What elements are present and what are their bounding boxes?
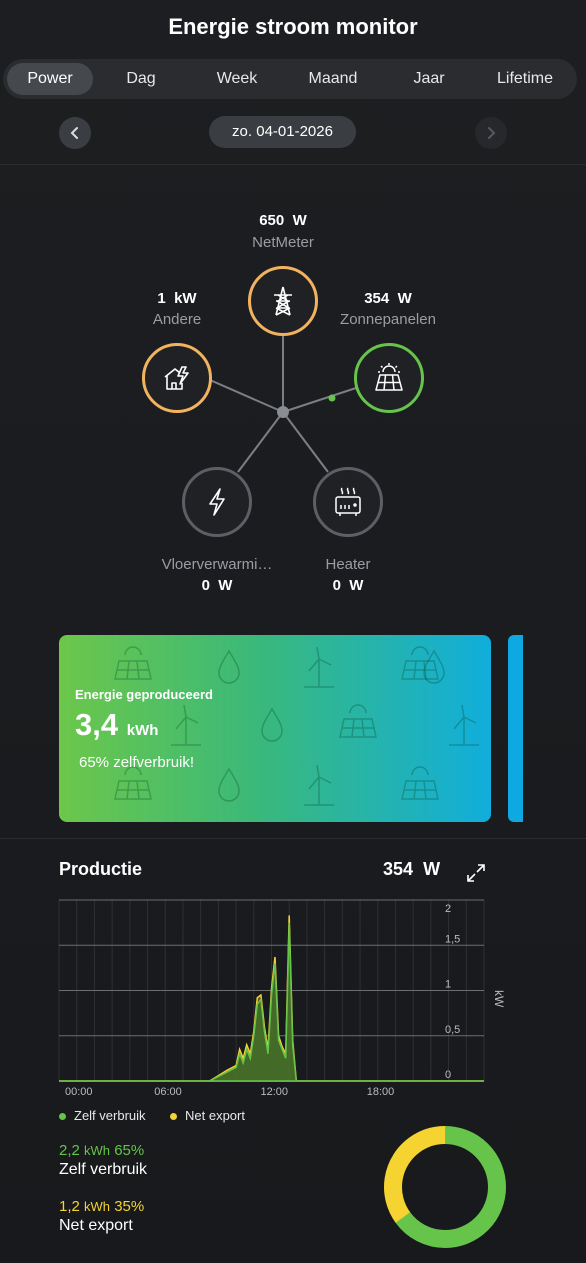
expand-icon[interactable] (465, 862, 487, 884)
lightning-icon (209, 488, 225, 516)
energy-produced-card[interactable]: Energie geproduceerd 3,4 kWh 65% zelfver… (59, 635, 491, 822)
zonnepanelen-node[interactable] (354, 343, 424, 413)
card-subtitle: 65% zelfverbruik! (79, 754, 195, 771)
distribution-donut (384, 1126, 506, 1248)
period-tabs: Power Dag Week Maand Jaar Lifetime (3, 59, 577, 99)
tab-week[interactable]: Week (189, 63, 285, 95)
heater-icon (335, 487, 361, 516)
stat-export-value: 1,2 kWh 35% (59, 1198, 145, 1215)
heater-value: 0 W (332, 577, 364, 594)
next-date-button[interactable] (475, 117, 507, 149)
production-chart[interactable]: 2 1,5 1 0,5 0 00:00 06:00 12:00 18:00 kW (55, 895, 525, 1105)
stat-export-label: Net export (59, 1217, 133, 1234)
chevron-right-icon (488, 127, 496, 139)
zonnepanelen-value: 354 W (364, 290, 412, 307)
flow-hub (277, 406, 289, 418)
solar-panel-icon (375, 363, 403, 391)
zonnepanelen-label: Zonnepanelen (340, 311, 436, 328)
vloerverwarming-node[interactable] (182, 467, 252, 537)
x-tick-label: 18:00 (367, 1086, 395, 1098)
netmeter-value: 650 W (259, 212, 307, 229)
power-tower-icon (274, 286, 292, 316)
andere-node[interactable] (142, 343, 212, 413)
stat-self-value: 2,2 kWh 65% (59, 1142, 145, 1159)
y-tick-label: 1 (445, 979, 451, 991)
flow-lines (209, 336, 357, 473)
legend-dot (170, 1113, 177, 1121)
divider (0, 838, 586, 839)
tab-maand[interactable]: Maand (285, 63, 381, 95)
date-navigator: zo. 04-01-2026 (0, 115, 586, 149)
y-tick-label: 1,5 (445, 933, 460, 945)
legend-dot (59, 1113, 66, 1121)
netmeter-label: NetMeter (252, 234, 314, 251)
tab-dag[interactable]: Dag (93, 63, 189, 95)
tab-power[interactable]: Power (7, 63, 93, 95)
heater-node[interactable] (313, 467, 383, 537)
card-value: 3,4 kWh (75, 707, 159, 742)
next-card-preview[interactable] (508, 635, 523, 822)
app-title: Energie stroom monitor (168, 14, 418, 39)
production-title: Productie (59, 859, 143, 879)
y-tick-label: 2 (445, 903, 451, 915)
netmeter-node[interactable] (248, 266, 318, 336)
stat-self-label: Zelf verbruik (59, 1161, 148, 1178)
y-axis-unit: kW (492, 990, 506, 1008)
production-value: 354 W (383, 859, 441, 879)
x-tick-label: 12:00 (261, 1086, 289, 1098)
legend-zelf-verbruik: Zelf verbruik (59, 1108, 146, 1123)
x-axis-labels: 00:00 06:00 12:00 18:00 (65, 1086, 394, 1098)
y-tick-label: 0 (445, 1069, 451, 1081)
tab-lifetime[interactable]: Lifetime (477, 63, 573, 95)
vloerverwarming-value: 0 W (201, 577, 233, 594)
heater-label: Heater (325, 556, 371, 573)
house-lightning-icon (164, 366, 189, 390)
andere-label: Andere (152, 311, 202, 328)
x-tick-label: 06:00 (154, 1086, 182, 1098)
vloerverwarming-label: Vloerverwarmi… (161, 556, 273, 573)
x-tick-label: 00:00 (65, 1086, 93, 1098)
date-picker[interactable]: zo. 04-01-2026 (209, 116, 356, 148)
chevron-left-icon (70, 127, 78, 139)
tab-jaar[interactable]: Jaar (381, 63, 477, 95)
y-axis-labels: 2 1,5 1 0,5 0 (445, 903, 460, 1081)
card-title: Energie geproduceerd (75, 687, 213, 702)
previous-date-button[interactable] (59, 117, 91, 149)
flow-dot (328, 394, 336, 402)
legend-net-export: Net export (170, 1108, 245, 1123)
y-tick-label: 0,5 (445, 1024, 460, 1036)
andere-value: 1 kW (157, 290, 197, 307)
